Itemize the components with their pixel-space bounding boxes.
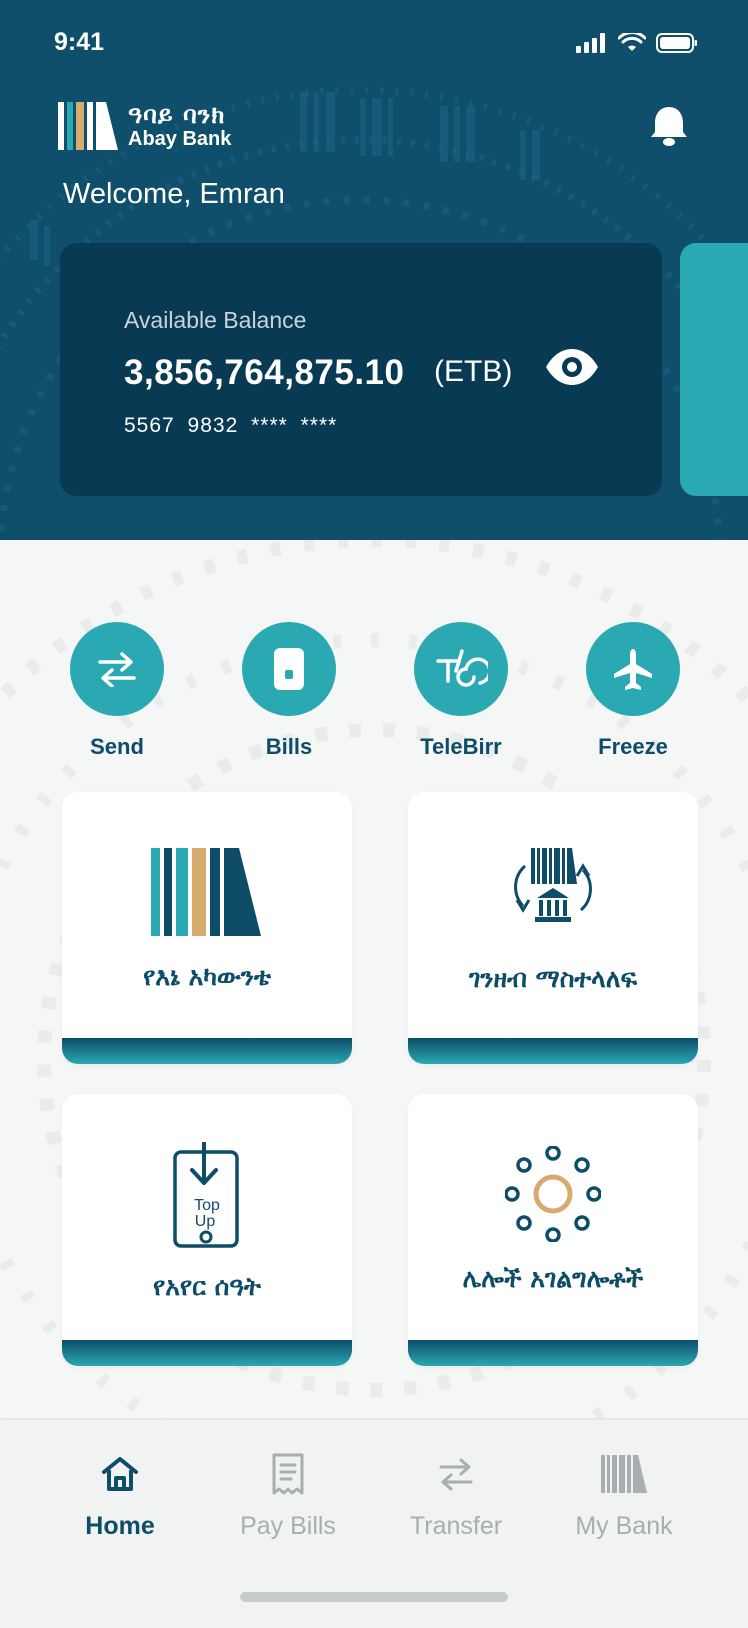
- top-up-icon-text-2: Up: [195, 1213, 216, 1230]
- abay-logo-icon: [58, 102, 118, 150]
- abay-logo-icon: [151, 848, 261, 936]
- tile-icon-wrap: [408, 848, 698, 928]
- bank-logo-icon: [601, 1455, 647, 1493]
- send-action-label: Send: [90, 734, 144, 759]
- status-icons: [576, 32, 698, 54]
- next-card-peek[interactable]: [680, 243, 748, 496]
- nav-transfer[interactable]: Transfer: [376, 1450, 536, 1541]
- tile-icon-wrap: Top Up: [62, 1142, 352, 1248]
- logo-amharic-text: ዓባይ ባንክ: [128, 101, 226, 129]
- telebirr-action-label: TeleBirr: [420, 734, 502, 759]
- other-services-label: ሌሎች አገልግሎቶች: [462, 1264, 644, 1293]
- other-services-tile[interactable]: ሌሎች አገልግሎቶች: [408, 1094, 698, 1366]
- airtime-tile[interactable]: Top Up የአየር ሰዓት: [62, 1094, 352, 1366]
- nav-pay-bills-icon-wrap: [208, 1450, 368, 1498]
- welcome-text: Welcome, Emran: [63, 178, 285, 210]
- nav-my-bank-label: My Bank: [575, 1512, 673, 1540]
- header: 9:41 ዓባይ ባንክ Abay Bank Welcome, Emran Av…: [0, 0, 748, 540]
- bank-exchange-icon: [514, 848, 592, 922]
- transfer-icon: [439, 1458, 473, 1491]
- send-action[interactable]: Send: [70, 622, 164, 759]
- telebirr-icon: [436, 649, 488, 687]
- card-number: 5567 9832 **** ****: [124, 414, 338, 437]
- money-transfer-tile[interactable]: ገንዘብ ማስተላለፍ: [408, 792, 698, 1064]
- home-indicator[interactable]: [240, 1592, 508, 1602]
- tile-bar: [408, 1340, 698, 1366]
- airplane-icon: [614, 649, 652, 690]
- freeze-action-label: Freeze: [598, 734, 668, 759]
- balance-currency: (ETB): [434, 355, 513, 388]
- balance-label: Available Balance: [124, 307, 307, 333]
- phone-bill-icon: [274, 648, 304, 690]
- my-account-label: የእኔ አካውንቴ: [143, 962, 271, 991]
- signal-icon: [576, 33, 605, 53]
- abay-bank-logo: ዓባይ ባንክ Abay Bank: [58, 100, 231, 152]
- freeze-action-circle[interactable]: [586, 622, 680, 716]
- bills-action-label: Bills: [265, 734, 313, 759]
- top-up-icon-text-1: Top: [194, 1197, 220, 1214]
- battery-icon: [656, 33, 697, 53]
- show-balance-eye-icon[interactable]: [544, 347, 600, 387]
- tile-icon-wrap: [62, 848, 352, 936]
- nav-home-icon-wrap: [40, 1450, 200, 1498]
- tile-bar: [62, 1340, 352, 1366]
- send-action-circle[interactable]: [70, 622, 164, 716]
- freeze-action[interactable]: Freeze: [586, 622, 680, 759]
- home-icon: [102, 1457, 138, 1491]
- nav-home-label: Home: [85, 1512, 155, 1540]
- receipt-icon: [272, 1453, 304, 1495]
- balance-amount: 3,856,764,875.10: [124, 353, 405, 392]
- status-bar: 9:41: [0, 0, 748, 90]
- nav-transfer-icon-wrap: [376, 1450, 536, 1498]
- nav-my-bank-icon-wrap: [544, 1450, 704, 1498]
- telebirr-action[interactable]: TeleBirr: [414, 622, 508, 759]
- more-services-icon: [505, 1146, 601, 1242]
- nav-transfer-label: Transfer: [409, 1512, 503, 1540]
- tile-bar: [62, 1038, 352, 1064]
- bills-action[interactable]: Bills: [242, 622, 336, 759]
- balance-card[interactable]: Available Balance 3,856,764,875.10 (ETB)…: [60, 243, 662, 496]
- airtime-label: የአየር ሰዓት: [153, 1272, 261, 1301]
- tile-bar: [408, 1038, 698, 1064]
- app-screen: 9:41 ዓባይ ባንክ Abay Bank Welcome, Emran Av…: [0, 0, 748, 1628]
- transfer-arrows-icon: [98, 652, 136, 687]
- top-up-icon: Top Up: [173, 1142, 239, 1248]
- status-time: 9:41: [54, 28, 105, 56]
- nav-my-bank[interactable]: My Bank: [544, 1450, 704, 1541]
- logo-english-text: Abay Bank: [128, 128, 232, 150]
- wifi-icon: [618, 33, 646, 51]
- notification-bell-icon[interactable]: [648, 104, 690, 148]
- bills-action-circle[interactable]: [242, 622, 336, 716]
- telebirr-action-circle[interactable]: [414, 622, 508, 716]
- my-account-tile[interactable]: የእኔ አካውንቴ: [62, 792, 352, 1064]
- nav-home[interactable]: Home: [40, 1450, 200, 1541]
- money-transfer-label: ገንዘብ ማስተላለፍ: [468, 964, 637, 993]
- tile-icon-wrap: [408, 1146, 698, 1242]
- nav-pay-bills-label: Pay Bills: [240, 1512, 336, 1540]
- nav-pay-bills[interactable]: Pay Bills: [208, 1450, 368, 1541]
